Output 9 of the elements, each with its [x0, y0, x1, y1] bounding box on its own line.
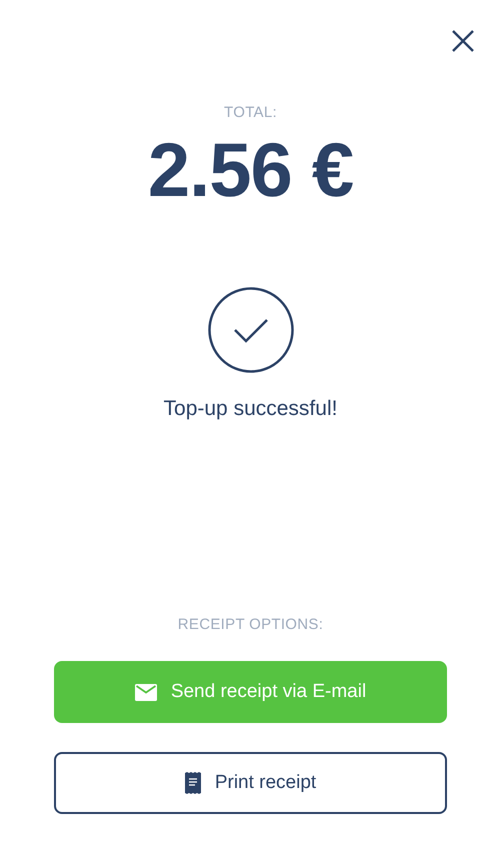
- total-amount: 2.56 €: [148, 133, 354, 209]
- close-button[interactable]: [450, 28, 476, 54]
- close-icon: [450, 28, 476, 54]
- status-message: Top-up successful!: [164, 397, 338, 421]
- print-receipt-button[interactable]: Print receipt: [54, 752, 447, 814]
- envelope-icon: [134, 684, 157, 700]
- receipt-icon: [184, 772, 201, 794]
- receipt-options-label: RECEIPT OPTIONS:: [178, 616, 324, 633]
- total-label: TOTAL:: [224, 104, 277, 121]
